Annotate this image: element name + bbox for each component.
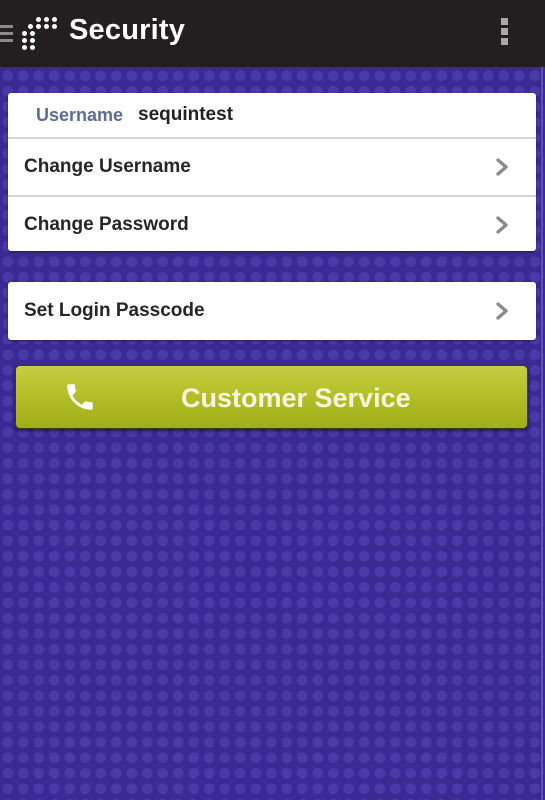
change-username-item[interactable]: Change Username xyxy=(8,139,536,197)
username-label: Username xyxy=(36,104,124,125)
set-login-passcode-item[interactable]: Set Login Passcode xyxy=(8,282,536,340)
set-login-passcode-label: Set Login Passcode xyxy=(24,300,205,321)
customer-service-label: Customer Service xyxy=(181,383,411,413)
chevron-right-icon xyxy=(496,302,508,320)
username-value: sequintest xyxy=(138,104,234,125)
chevron-right-icon xyxy=(496,216,508,234)
change-password-item[interactable]: Change Password xyxy=(8,197,536,253)
chevron-right-icon xyxy=(496,158,508,176)
passcode-card: Set Login Passcode xyxy=(8,282,536,340)
change-username-label: Change Username xyxy=(24,156,191,177)
customer-service-button[interactable]: Customer Service xyxy=(15,365,528,429)
page-title: Security xyxy=(69,14,186,46)
scroll-edge xyxy=(541,67,543,800)
phone-icon xyxy=(67,384,93,410)
change-password-label: Change Password xyxy=(24,214,189,235)
account-card: Username sequintest Change Username Chan… xyxy=(8,93,536,251)
hamburger-menu-icon[interactable] xyxy=(0,25,13,43)
app-bar: Security xyxy=(0,0,545,67)
username-row: Username sequintest xyxy=(8,93,536,139)
overflow-menu-icon[interactable] xyxy=(498,18,510,50)
dot-grid-logo-icon[interactable] xyxy=(22,17,62,51)
